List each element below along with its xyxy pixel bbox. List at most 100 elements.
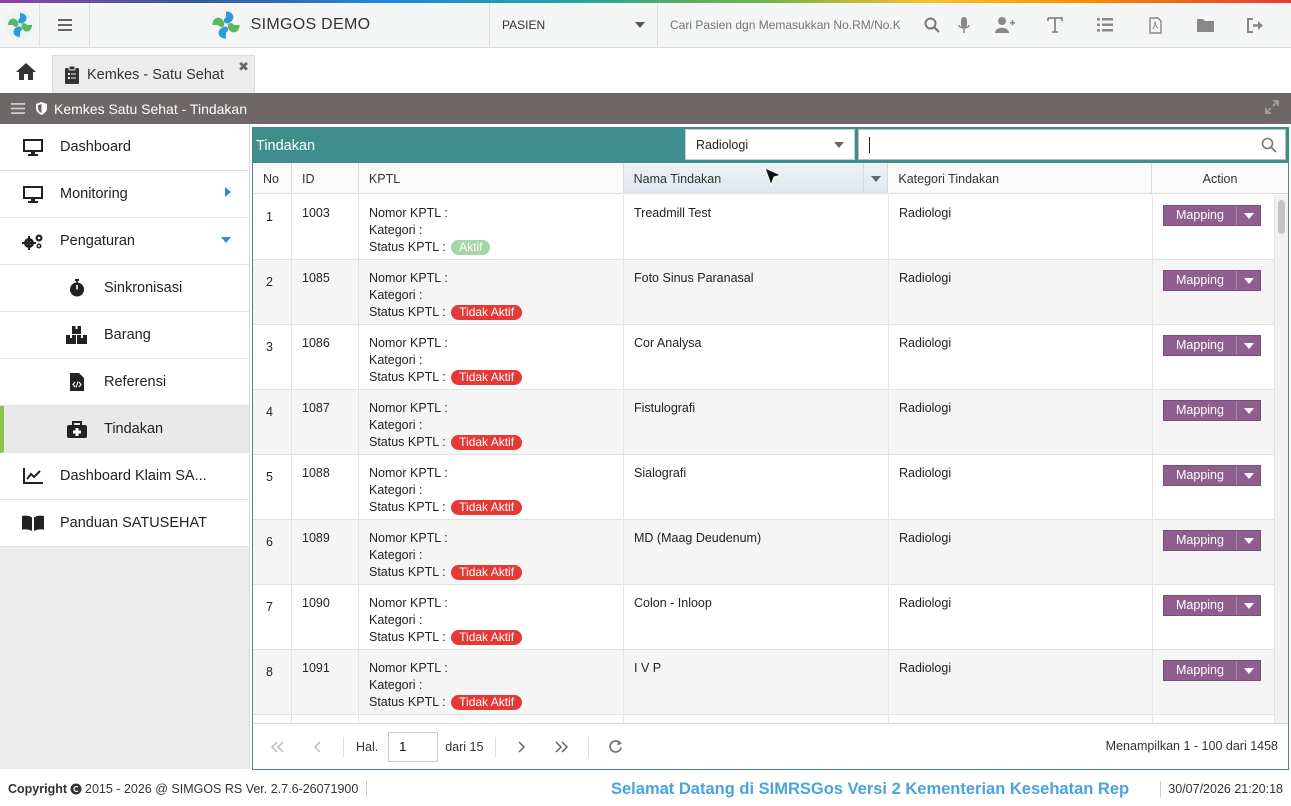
caret-down-icon[interactable]	[1236, 661, 1260, 680]
sidebar-item-sinkronisasi[interactable]: Sinkronisasi	[0, 265, 249, 312]
expand-button[interactable]	[1265, 100, 1279, 117]
kptl-kategori-label: Kategori :	[369, 548, 423, 562]
cell-kptl: Nomor KPTL : Kategori : Status KPTL : Akti…	[359, 195, 624, 260]
kptl-status-label: Status KPTL :	[369, 305, 446, 319]
add-patient-button[interactable]	[980, 3, 1030, 48]
caret-down-icon[interactable]	[1236, 531, 1260, 550]
tab-kemkes-satu-sehat[interactable]: Kemkes - Satu Sehat ✖	[52, 55, 256, 93]
cell-kptl: Nomor KPTL : Kategori : Status KPTL : Tida…	[359, 520, 624, 585]
text-caret	[869, 136, 870, 153]
cell-kategori: Radiologi	[889, 325, 1153, 390]
column-header-label: ID	[301, 171, 315, 186]
mapping-button[interactable]: Mapping	[1163, 660, 1261, 681]
category-filter-value: Radiologi	[696, 137, 749, 152]
caret-down-icon[interactable]	[1236, 596, 1260, 615]
hamburger-icon	[57, 19, 72, 31]
table-row[interactable]: 3 1086 Nomor KPTL : Kategori : Status KPTL :…	[253, 325, 1274, 390]
list-button[interactable]	[1080, 3, 1130, 48]
sidebar-item-monitoring[interactable]: Monitoring	[0, 171, 249, 218]
mapping-button[interactable]: Mapping	[1163, 400, 1261, 421]
patient-search-input[interactable]	[670, 18, 916, 32]
kptl-status: Status KPTL : Tidak Aktif	[369, 499, 623, 516]
cell-action: Mapping	[1153, 585, 1274, 650]
sidebar-item-panduan[interactable]: Panduan SATUSEHAT	[0, 500, 249, 547]
refresh-button[interactable]	[595, 739, 635, 754]
search-button[interactable]	[916, 3, 948, 48]
app-logo[interactable]	[0, 2, 40, 48]
caret-down-icon[interactable]	[1236, 206, 1260, 225]
sidebar-item-pengaturan[interactable]: Pengaturan	[0, 218, 249, 265]
logout-button[interactable]	[1230, 3, 1280, 48]
cell-nama-tindakan: Sialografi	[624, 455, 889, 520]
column-header-no[interactable]: No	[253, 163, 292, 194]
mapping-button-label: Mapping	[1176, 273, 1224, 287]
last-page-button[interactable]	[542, 740, 582, 753]
caret-down-icon[interactable]	[1236, 336, 1260, 355]
cell-nama-tindakan: Fistulografi	[624, 390, 889, 455]
status-badge: Aktif	[451, 240, 491, 256]
sidebar-toggle-button[interactable]	[0, 103, 36, 114]
column-header-kategori[interactable]: Kategori Tindakan	[888, 163, 1153, 194]
kptl-status: Status KPTL : Tidak Aktif	[369, 434, 623, 451]
cell-no: 1	[253, 195, 292, 260]
column-header-action: Action	[1152, 163, 1288, 194]
mapping-button[interactable]: Mapping	[1163, 335, 1261, 356]
column-header-kptl[interactable]: KPTL	[359, 163, 624, 194]
page-number-input[interactable]	[388, 731, 439, 762]
cell-id: 1090	[292, 585, 359, 650]
kptl-status: Status KPTL : Tidak Aktif	[369, 304, 623, 321]
tindakan-search-input[interactable]	[858, 129, 1286, 160]
caret-down-icon[interactable]	[1236, 271, 1260, 290]
sidebar-item-label: Sinkronisasi	[104, 280, 183, 296]
kptl-status-label: Status KPTL :	[369, 240, 446, 254]
kptl-status: Status KPTL : Aktif	[369, 239, 623, 256]
patient-type-select[interactable]: PASIEN	[490, 2, 658, 48]
mapping-button[interactable]: Mapping	[1163, 530, 1261, 551]
cell-no: 2	[253, 260, 292, 325]
kptl-nomor-label: Nomor KPTL :	[369, 466, 448, 480]
sidebar-item-dashboard[interactable]: Dashboard	[0, 124, 249, 171]
table-row[interactable]: 4 1087 Nomor KPTL : Kategori : Status KPTL :…	[253, 390, 1274, 455]
tab-close-icon[interactable]: ✖	[238, 59, 249, 75]
table-row[interactable]: 1 1003 Nomor KPTL : Kategori : Status KPTL :…	[253, 195, 1274, 260]
next-page-button[interactable]	[502, 740, 542, 753]
folder-button[interactable]	[1180, 3, 1230, 48]
section-title: Kemkes Satu Sehat - Tindakan	[36, 101, 247, 117]
column-header-id[interactable]: ID	[292, 163, 359, 194]
category-filter-select[interactable]: Radiologi	[685, 129, 855, 160]
menu-toggle-button[interactable]	[40, 2, 90, 48]
table-row[interactable]: 2 1085 Nomor KPTL : Kategori : Status KPTL :…	[253, 260, 1274, 325]
pager-divider	[495, 736, 497, 757]
cell-kptl: Nomor KPTL : Kategori : Status KPTL : Tida…	[359, 260, 624, 325]
status-badge: Tidak Aktif	[451, 435, 523, 451]
prev-page-button[interactable]	[297, 740, 337, 753]
sidebar-item-tindakan[interactable]: Tindakan	[0, 406, 249, 453]
table-row[interactable]: 6 1089 Nomor KPTL : Kategori : Status KPTL :…	[253, 520, 1274, 585]
mapping-button[interactable]: Mapping	[1163, 465, 1261, 486]
pdf-button[interactable]	[1130, 3, 1180, 48]
sidebar-item-referensi[interactable]: Referensi	[0, 359, 249, 406]
scrollbar-thumb[interactable]	[1278, 200, 1285, 234]
search-icon[interactable]	[1261, 137, 1277, 156]
caret-down-icon[interactable]	[1236, 466, 1260, 485]
sidebar-item-dashboard-klaim[interactable]: Dashboard Klaim SA...	[0, 453, 249, 500]
sidebar-item-barang[interactable]: Barang	[0, 312, 249, 359]
voice-search-button[interactable]	[948, 3, 980, 48]
column-menu-icon[interactable]	[863, 163, 887, 194]
text-button[interactable]	[1030, 3, 1080, 48]
mapping-button[interactable]: Mapping	[1163, 205, 1261, 226]
home-tab[interactable]	[0, 49, 52, 93]
table-row[interactable]: 8 1091 Nomor KPTL : Kategori : Status KPTL :…	[253, 650, 1274, 715]
mapping-button[interactable]: Mapping	[1163, 270, 1261, 291]
cell-id: 1085	[292, 260, 359, 325]
table-row[interactable]: 5 1088 Nomor KPTL : Kategori : Status KPTL :…	[253, 455, 1274, 520]
caret-down-icon[interactable]	[1236, 401, 1260, 420]
folder-icon	[1196, 19, 1214, 32]
first-page-button[interactable]	[257, 740, 297, 753]
cell-no: 3	[253, 325, 292, 390]
sidebar-item-label: Monitoring	[60, 186, 128, 202]
mapping-button[interactable]: Mapping	[1163, 595, 1261, 616]
table-row[interactable]: 7 1090 Nomor KPTL : Kategori : Status KPTL :…	[253, 585, 1274, 650]
vertical-scrollbar[interactable]	[1274, 195, 1288, 723]
column-header-nama-tindakan[interactable]: Nama Tindakan	[623, 163, 889, 194]
